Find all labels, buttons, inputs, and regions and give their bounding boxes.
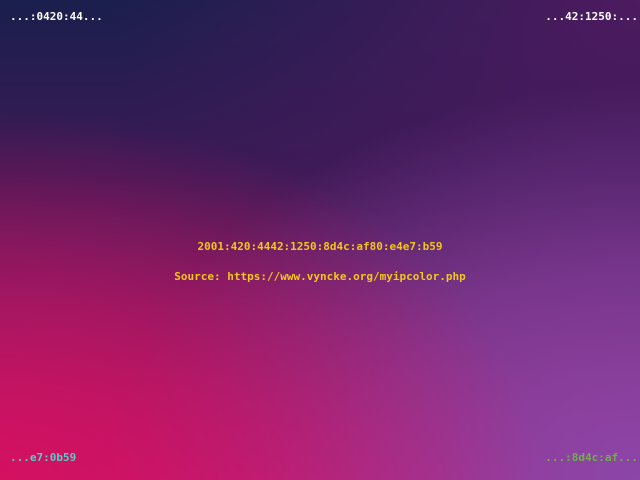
source-url-text: Source: https://www.vyncke.org/myipcolor… bbox=[174, 270, 466, 283]
ip-fragment-bottom-left: ...e7:0b59 bbox=[10, 451, 77, 464]
ip-address-text: 2001:420:4442:1250:8d4c:af80:e4e7:b59 bbox=[197, 240, 443, 253]
ip-fragment-top-right: ...42:1250:... bbox=[545, 10, 638, 23]
ip-fragment-bottom-right: ...:8d4c:af... bbox=[545, 451, 638, 464]
ip-fragment-top-left: ...:0420:44... bbox=[10, 10, 103, 23]
